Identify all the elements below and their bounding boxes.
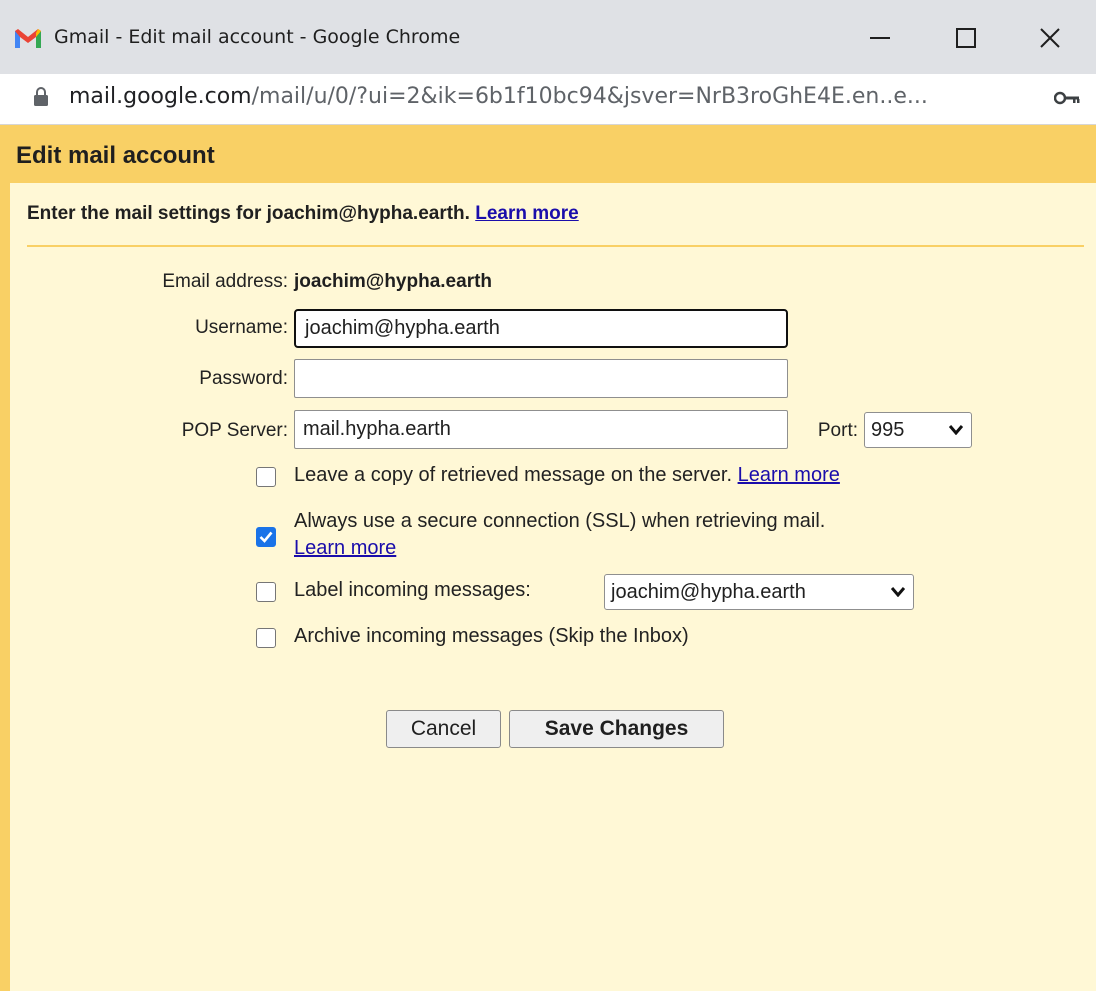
minimize-icon	[870, 37, 890, 39]
intro-learn-more-link[interactable]: Learn more	[475, 203, 578, 224]
window-title: Gmail - Edit mail account - Google Chrom…	[54, 26, 461, 48]
port-select[interactable]: 995	[864, 412, 972, 448]
username-value: joachim@hypha.earth	[305, 317, 500, 339]
cancel-button[interactable]: Cancel	[386, 710, 501, 748]
window-title-bar: Gmail - Edit mail account - Google Chrom…	[0, 0, 1096, 74]
label-incoming-select[interactable]: joachim@hypha.earth	[604, 574, 914, 610]
label-incoming-label: Label incoming messages:	[294, 579, 531, 601]
pop-server-label: POP Server:	[181, 420, 288, 441]
password-label: Password:	[199, 368, 288, 389]
port-label: Port:	[817, 420, 858, 441]
chevron-down-icon	[891, 587, 905, 597]
secure-connection-checkbox[interactable]	[256, 527, 276, 547]
username-input[interactable]: joachim@hypha.earth	[294, 309, 788, 348]
label-incoming-checkbox[interactable]	[256, 582, 276, 602]
gmail-logo-icon	[15, 29, 41, 48]
close-icon	[1040, 28, 1060, 48]
email-address-value: joachim@hypha.earth	[294, 271, 493, 292]
intro-text: Enter the mail settings for joachim@hyph…	[27, 203, 579, 225]
username-label: Username:	[195, 317, 288, 338]
key-icon[interactable]	[1054, 90, 1080, 106]
close-button[interactable]	[1030, 18, 1070, 58]
url-host: mail.google.com	[69, 84, 252, 109]
secure-connection-learn-more-link[interactable]: Learn more	[294, 537, 396, 560]
leave-copy-label: Leave a copy of retrieved message on the…	[294, 464, 733, 486]
checkmark-icon	[259, 531, 273, 543]
intro-message: Enter the mail settings for joachim@hyph…	[27, 203, 470, 224]
leave-copy-option: Leave a copy of retrieved message on the…	[294, 464, 840, 487]
divider	[27, 245, 1084, 247]
save-changes-button[interactable]: Save Changes	[509, 710, 724, 748]
url-path: /mail/u/0/?ui=2&ik=6b1f10bc94&jsver=NrB3…	[251, 84, 928, 109]
chevron-down-icon	[949, 425, 963, 435]
pop-server-value: mail.hypha.earth	[303, 418, 451, 440]
secure-connection-label: Always use a secure connection (SSL) whe…	[294, 510, 826, 532]
address-bar[interactable]: mail.google.com/mail/u/0/?ui=2&ik=6b1f10…	[0, 74, 1096, 125]
port-value: 995	[871, 419, 905, 441]
archive-incoming-checkbox[interactable]	[256, 628, 276, 648]
maximize-icon	[956, 28, 976, 48]
lock-icon	[34, 87, 48, 106]
leave-copy-learn-more-link[interactable]: Learn more	[738, 464, 840, 486]
pop-server-input[interactable]: mail.hypha.earth	[294, 410, 788, 449]
label-incoming-select-value: joachim@hypha.earth	[611, 581, 806, 603]
maximize-button[interactable]	[946, 18, 986, 58]
dialog-title: Edit mail account	[16, 142, 215, 169]
leave-copy-checkbox[interactable]	[256, 467, 276, 487]
password-input[interactable]	[294, 359, 788, 398]
minimize-button[interactable]	[860, 18, 900, 58]
email-address-label: Email address:	[162, 271, 288, 292]
archive-incoming-label: Archive incoming messages (Skip the Inbo…	[294, 625, 689, 647]
url-text[interactable]: mail.google.com/mail/u/0/?ui=2&ik=6b1f10…	[69, 84, 928, 109]
dialog-left-border	[0, 183, 10, 991]
